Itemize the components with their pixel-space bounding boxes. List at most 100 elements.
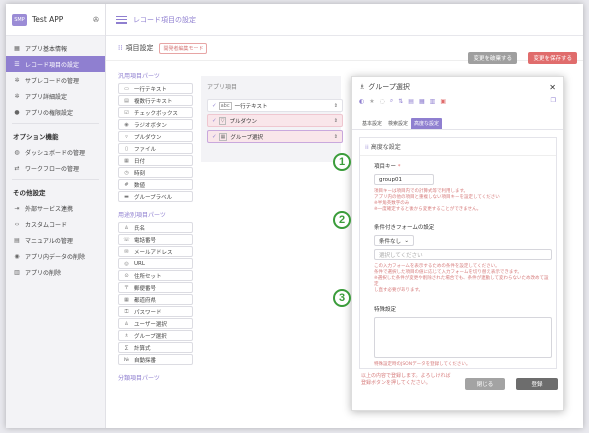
part-phone[interactable]: ☏ 電話番号 — [118, 234, 193, 245]
number-icon: # — [124, 181, 129, 188]
sidebar-item-label: アプリの削除 — [25, 269, 62, 277]
sidebar-item-custom-code[interactable]: ‹› カスタムコード — [6, 216, 105, 232]
part-auto-number[interactable]: № 自動採番 — [118, 354, 193, 365]
part-number[interactable]: # 数値 — [118, 179, 193, 190]
sidebar-item-app-info[interactable]: ▦ アプリ基本情報 — [6, 40, 105, 56]
part-email[interactable]: ✉ メールアドレス — [118, 246, 193, 257]
copy-icon[interactable]: ❐ — [551, 97, 556, 104]
dialog-title: グループ選択 — [368, 83, 410, 91]
part-postal[interactable]: 〒郵便番号 — [118, 282, 193, 293]
search-icon[interactable]: ⌕ — [390, 97, 393, 105]
map-icon: ▦ — [124, 296, 129, 303]
condition-select[interactable]: 条件なし ⌄ — [374, 235, 414, 246]
sidebar-item-manual[interactable]: ▤ マニュアルの管理 — [6, 232, 105, 248]
group-icon: ♗ — [359, 83, 366, 91]
pin-icon[interactable]: ✇ — [93, 16, 99, 24]
condition-label: 条件付きフォームの設定 — [374, 225, 435, 231]
tab-advanced[interactable]: 高度な設定 — [411, 118, 443, 129]
special-json-textarea[interactable] — [374, 317, 552, 358]
sidebar-item-permission[interactable]: ● アプリの権限設定 — [6, 104, 105, 120]
star-icon[interactable]: ★ — [369, 98, 374, 105]
person-icon: ♙ — [124, 224, 129, 231]
grid-icon[interactable]: ▦ — [419, 98, 425, 105]
part-single-line[interactable]: ▭ 一行テキスト — [118, 83, 193, 94]
part-password[interactable]: ⚿ パスワード — [118, 306, 193, 317]
dashboard-icon: ◍ — [14, 148, 20, 156]
sidebar-item-workflow[interactable]: ⇄ ワークフローの管理 — [6, 160, 105, 176]
location-icon: ⊙ — [124, 272, 129, 279]
sidebar-item-label: マニュアルの管理 — [25, 237, 73, 245]
tab-basic[interactable]: 基本設定 — [359, 118, 385, 129]
part-name[interactable]: ♙ 氏名 — [118, 222, 193, 233]
annotation-marker-1: 1 — [333, 153, 351, 171]
logo-bar: SMP Test APP ✇ — [6, 4, 105, 36]
text-icon: ▭ — [124, 85, 129, 92]
close-icon[interactable]: ✕ — [549, 83, 556, 92]
tab-search[interactable]: 検索設定 — [385, 118, 411, 129]
gear-icon: ✲ — [14, 76, 20, 84]
part-date[interactable]: ▦ 日付 — [118, 155, 193, 166]
sidebar-item-subrecord[interactable]: ✲ サブレコードの管理 — [6, 72, 105, 88]
part-url[interactable]: ◎ URL — [118, 258, 193, 269]
part-time[interactable]: ◷ 時刻 — [118, 167, 193, 178]
sort-icon[interactable]: ⇕ — [334, 103, 338, 109]
app-logo: SMP — [12, 13, 27, 26]
part-radio[interactable]: ◉ ラジオボタン — [118, 119, 193, 130]
form-area: アプリ項目 ✓ abc 一行テキスト ⇕ ✓ ▽ プルダウン ⇕ ✓ ▦ グルー… — [201, 76, 343, 162]
menu-icon[interactable] — [116, 15, 127, 24]
sidebar-item-app-delete[interactable]: ▥ アプリの削除 — [6, 264, 105, 280]
divider — [12, 179, 99, 180]
part-multi-line[interactable]: ▤ 複数行テキスト — [118, 95, 193, 106]
key-input[interactable]: group01 — [374, 174, 434, 185]
trash-icon[interactable]: ▣ — [440, 98, 446, 105]
part-file[interactable]: ▯ ファイル — [118, 143, 193, 154]
discard-button[interactable]: 変更を破棄する — [468, 52, 517, 64]
app-icon: ▦ — [14, 44, 20, 52]
part-group-select[interactable]: ♗ グループ選択 — [118, 330, 193, 341]
flow-icon: ⇄ — [14, 164, 20, 172]
key-note: 項目キーは項目内での計算式等で利用します。 アプリ内の他の項目と重複しない項目キ… — [374, 189, 500, 212]
register-button[interactable]: 登録 — [516, 378, 558, 390]
part-pulldown[interactable]: ▿ プルダウン — [118, 131, 193, 142]
part-checkbox[interactable]: ☑ チェックボックス — [118, 107, 193, 118]
clock-icon: ◷ — [124, 169, 129, 176]
part-prefecture[interactable]: ▦ 都道府県 — [118, 294, 193, 305]
app-window: SMP Test APP ✇ ▦ アプリ基本情報 ☰ レコード項目の設定 ✲ サブレコ… — [6, 4, 583, 428]
condition-note: この入力フォームを表示するための条件を設定してください。 条件で選択した項目の値… — [374, 264, 549, 293]
chevron-down-icon: ⌄ — [404, 237, 409, 244]
pulldown-icon: ▿ — [125, 133, 128, 140]
close-button[interactable]: 閉じる — [465, 378, 505, 390]
sidebar-item-record-settings[interactable]: ☰ レコード項目の設定 — [6, 56, 105, 72]
part-group-label[interactable]: ▬ グループラベル — [118, 191, 193, 202]
sidebar-item-external[interactable]: ⇥ 外部サービス連携 — [6, 200, 105, 216]
list-icon[interactable]: ▥ — [430, 98, 436, 105]
sidebar-item-dashboard[interactable]: ◍ ダッシュボードの管理 — [6, 144, 105, 160]
info-icon[interactable]: ◌ — [380, 98, 385, 105]
form-row-single-line[interactable]: ✓ abc 一行テキスト ⇕ — [207, 99, 343, 112]
part-address[interactable]: ⊙ 住所セット — [118, 270, 193, 281]
divider — [12, 123, 99, 124]
dialog-toolbar: ◐ ★ ◌ ⌕ ⇅ ▤ ▦ ▥ ▣ — [359, 97, 556, 105]
sort-icon[interactable]: ⇕ — [334, 118, 338, 124]
form-row-group-select[interactable]: ✓ ▦ グループ選択 ⇕ — [207, 130, 343, 143]
form-row-pulldown[interactable]: ✓ ▽ プルダウン ⇕ — [207, 114, 343, 127]
parts-category-general: 汎用項目パーツ — [118, 72, 160, 80]
condition-target-select[interactable]: 選択してください — [374, 249, 552, 260]
sidebar-item-app-detail[interactable]: ✲ アプリ詳細設定 — [6, 88, 105, 104]
sort-icon[interactable]: ⇕ — [334, 134, 338, 140]
sidebar-item-label: レコード項目の設定 — [25, 61, 80, 69]
sidebar-item-label: サブレコードの管理 — [25, 77, 80, 85]
part-user-select[interactable]: ♙ ユーザー選択 — [118, 318, 193, 329]
checkbox-icon: ☑ — [124, 109, 129, 116]
key-icon: ⚿ — [124, 308, 129, 315]
sidebar-item-data-delete[interactable]: ◉ アプリ内データの削除 — [6, 248, 105, 264]
group-icon: ♗ — [124, 332, 129, 339]
trash-icon: ▥ — [14, 268, 20, 276]
annotation-marker-3: 3 — [333, 289, 351, 307]
special-label: 特殊設定 — [374, 307, 397, 313]
save-button[interactable]: 変更を保存する — [528, 52, 577, 64]
part-formula[interactable]: ∑ 計算式 — [118, 342, 193, 353]
table-icon[interactable]: ▤ — [408, 98, 414, 105]
toggle-icon[interactable]: ◐ — [359, 98, 364, 105]
sort-icon[interactable]: ⇅ — [398, 98, 403, 105]
